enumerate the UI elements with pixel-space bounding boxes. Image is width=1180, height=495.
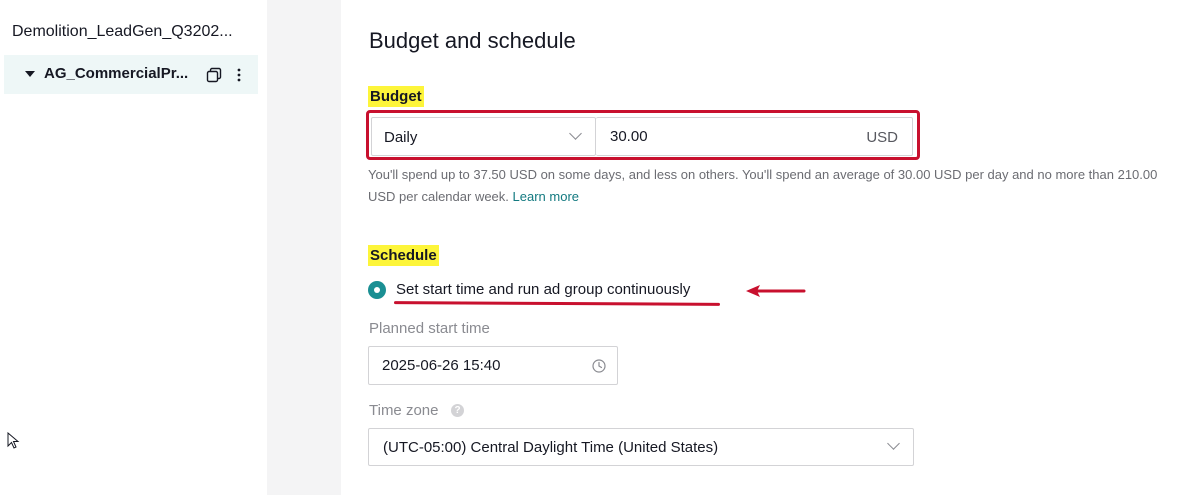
schedule-radio-continuous[interactable] bbox=[368, 281, 386, 299]
timezone-label: Time zone bbox=[369, 402, 439, 419]
help-icon[interactable]: ? bbox=[451, 404, 464, 417]
budget-helper-text: You'll spend up to 37.50 USD on some day… bbox=[368, 164, 1158, 208]
campaign-name[interactable]: Demolition_LeadGen_Q3202... bbox=[12, 23, 233, 41]
schedule-option-label[interactable]: Set start time and run ad group continuo… bbox=[396, 281, 690, 298]
annotation-arrow-icon bbox=[746, 285, 806, 297]
chevron-down-icon bbox=[887, 437, 900, 450]
caret-down-icon[interactable] bbox=[25, 71, 35, 77]
section-title: Budget and schedule bbox=[369, 28, 576, 53]
clock-icon bbox=[592, 359, 606, 373]
mouse-cursor-icon bbox=[7, 432, 20, 449]
budget-label: Budget bbox=[368, 86, 424, 107]
schedule-label: Schedule bbox=[368, 245, 439, 266]
sidebar: Demolition_LeadGen_Q3202... AG_Commercia… bbox=[0, 0, 267, 495]
annotation-red-box bbox=[366, 110, 920, 160]
budget-schedule-panel: Budget and schedule Budget Daily 30.00 U… bbox=[341, 0, 1180, 495]
learn-more-link[interactable]: Learn more bbox=[513, 189, 579, 204]
start-time-value: 2025-06-26 15:40 bbox=[382, 357, 501, 374]
sidebar-item-adgroup[interactable]: AG_CommercialPr... bbox=[4, 55, 258, 94]
copy-icon[interactable] bbox=[206, 67, 222, 83]
timezone-select[interactable]: (UTC-05:00) Central Daylight Time (Unite… bbox=[368, 428, 914, 466]
content-gutter bbox=[267, 0, 341, 495]
annotation-underline bbox=[393, 301, 721, 306]
start-time-input[interactable]: 2025-06-26 15:40 bbox=[368, 346, 618, 385]
more-vertical-icon[interactable] bbox=[234, 67, 244, 83]
helper-text: You'll spend up to 37.50 USD on some day… bbox=[368, 167, 1158, 204]
start-time-label: Planned start time bbox=[369, 320, 490, 337]
adgroup-name[interactable]: AG_CommercialPr... bbox=[44, 65, 188, 82]
timezone-value: (UTC-05:00) Central Daylight Time (Unite… bbox=[383, 439, 719, 456]
